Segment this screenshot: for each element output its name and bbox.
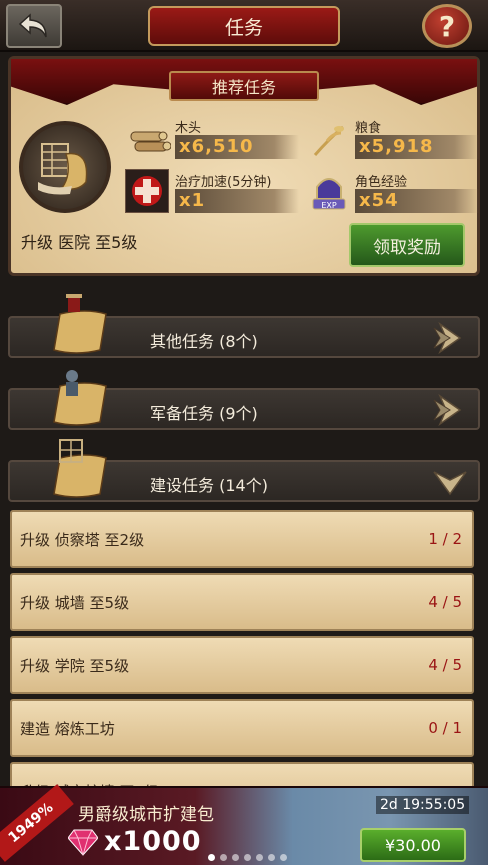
task-row[interactable]: 建造 熔炼工坊 0 / 1: [10, 699, 474, 757]
task-row[interactable]: 升级 城墙 至5级 4 / 5: [10, 573, 474, 631]
svg-text:EXP: EXP: [321, 201, 337, 210]
back-button[interactable]: [6, 4, 62, 48]
recommended-task-description: 升级 医院 至5级: [21, 233, 138, 252]
page-dot[interactable]: [244, 854, 251, 861]
page-indicator: [208, 854, 287, 861]
heal-speedup-icon: [125, 169, 169, 213]
page-dot[interactable]: [232, 854, 239, 861]
task-medal-icon: [19, 121, 111, 213]
category-label: 军备任务 (9个): [150, 404, 258, 423]
reward-value: x5,918: [355, 135, 479, 159]
wood-icon: [127, 121, 171, 165]
offer-amount: x1000: [104, 826, 202, 857]
discount-ribbon: 1949%: [0, 784, 74, 862]
reward-value: x1: [175, 189, 299, 213]
task-row[interactable]: 升级 侦察塔 至2级 1 / 2: [10, 510, 474, 568]
page-dot[interactable]: [280, 854, 287, 861]
claim-reward-button[interactable]: 领取奖励: [349, 223, 465, 267]
category-military-tasks[interactable]: 军备任务 (9个): [8, 370, 480, 430]
top-bar: 任务 ?: [0, 0, 488, 52]
scroll-knight-icon: [53, 370, 107, 426]
chevron-right-icon: [433, 394, 462, 426]
task-name: 升级 侦察塔 至2级: [20, 531, 145, 549]
task-name: 升级 学院 至5级: [20, 657, 130, 675]
reward-value: x6,510: [175, 135, 299, 159]
reward-value: x54: [355, 189, 479, 213]
reward-name: 粮食: [355, 121, 382, 136]
task-row[interactable]: 升级 学院 至5级 4 / 5: [10, 636, 474, 694]
page-dot[interactable]: [256, 854, 263, 861]
category-label: 其他任务 (8个): [150, 332, 258, 351]
category-building-tasks[interactable]: 建设任务 (14个): [8, 439, 480, 502]
wheat-icon: [307, 119, 351, 163]
recommended-title: 推荐任务: [169, 71, 319, 101]
page-title: 任务: [148, 6, 340, 46]
task-name: 升级 城墙 至5级: [20, 594, 130, 612]
task-progress: 4 / 5: [428, 656, 462, 674]
page-dot[interactable]: [268, 854, 275, 861]
question-icon: ?: [438, 9, 456, 43]
reward-name: 木头: [175, 121, 202, 136]
task-progress: 0 / 1: [428, 719, 462, 737]
scroll-scaffold-icon: [53, 439, 107, 498]
task-name: 建造 熔炼工坊: [20, 720, 115, 738]
reward-name: 角色经验: [355, 175, 408, 190]
scroll-banner-icon: [53, 294, 107, 354]
page-dot[interactable]: [220, 854, 227, 861]
chevron-down-icon: [433, 471, 467, 496]
back-arrow-icon: [18, 13, 47, 38]
recommended-task-panel: 推荐任务 木头 x6,510 粮食 x5,918 治疗加速(5分钟) x1 EX…: [8, 56, 480, 276]
task-progress: 1 / 2: [428, 530, 462, 548]
help-button[interactable]: ?: [422, 4, 472, 48]
buy-button[interactable]: ¥30.00: [360, 828, 466, 862]
category-other-tasks[interactable]: 其他任务 (8个): [8, 294, 480, 358]
offer-timer: 2d 19:55:05: [376, 796, 470, 814]
reward-name: 治疗加速(5分钟): [175, 175, 272, 190]
offer-title: 男爵级城市扩建包: [78, 805, 214, 825]
gem-icon: [68, 829, 98, 856]
category-label: 建设任务 (14个): [150, 476, 268, 495]
page-dot[interactable]: [208, 854, 215, 861]
exp-icon: EXP: [307, 169, 351, 213]
task-progress: 4 / 5: [428, 593, 462, 611]
chevron-right-icon: [433, 322, 462, 354]
offer-banner[interactable]: 1949% 男爵级城市扩建包 2d 19:55:05 x1000 ¥30.00: [0, 784, 488, 865]
